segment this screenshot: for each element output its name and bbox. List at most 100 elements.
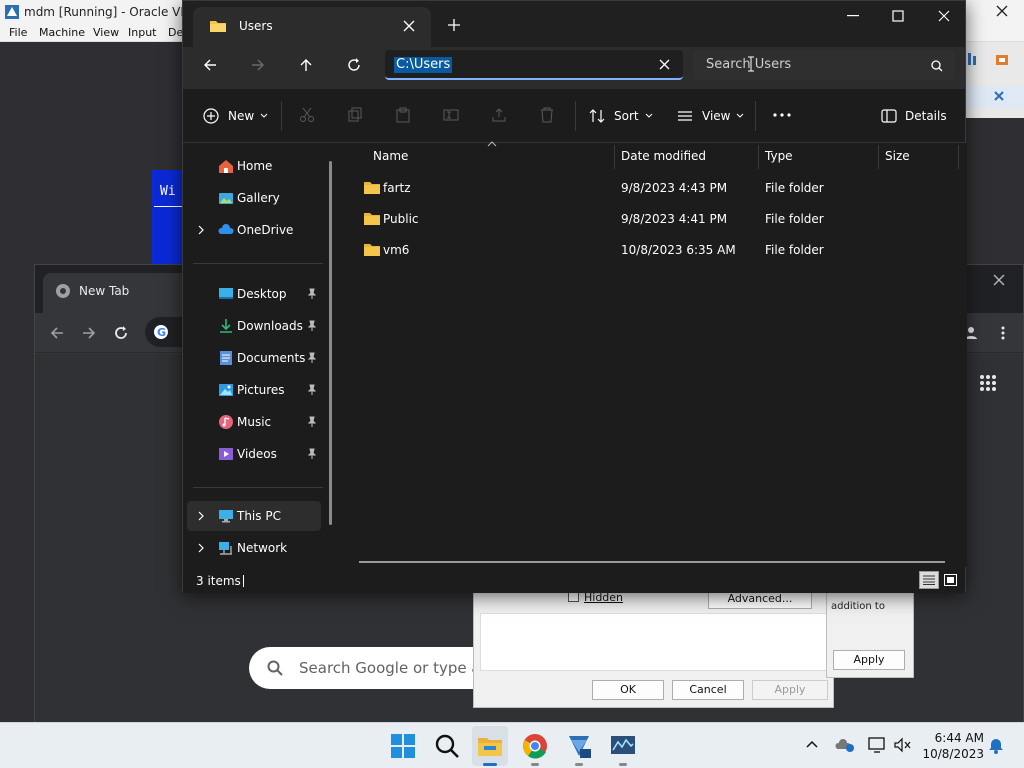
apply-button-secondary[interactable]: Apply xyxy=(833,650,905,670)
refresh-icon[interactable] xyxy=(347,58,361,72)
nav-item-pictures[interactable]: Pictures xyxy=(187,375,321,405)
chrome-tab-new-tab[interactable]: New Tab xyxy=(43,273,203,313)
vm-menu-input[interactable]: Input xyxy=(128,26,156,39)
clear-icon[interactable] xyxy=(659,59,670,70)
column-header-type[interactable]: Type xyxy=(765,149,793,163)
vm-menu-view[interactable]: View xyxy=(93,26,119,39)
up-icon[interactable] xyxy=(299,58,313,72)
dialog-panel xyxy=(480,613,828,671)
column-header-size[interactable]: Size xyxy=(885,149,910,163)
search-box[interactable]: Search Users xyxy=(693,50,955,80)
pin-icon[interactable] xyxy=(307,288,317,300)
explorer-tab-users[interactable]: Users xyxy=(193,7,431,47)
file-type: File folder xyxy=(765,212,824,226)
explorer-tab-title: Users xyxy=(239,19,273,33)
close-window-button[interactable] xyxy=(921,1,967,31)
column-divider[interactable] xyxy=(758,145,759,169)
apply-button[interactable]: Apply xyxy=(752,680,828,700)
column-divider[interactable] xyxy=(614,145,615,169)
resource-monitor-icon[interactable] xyxy=(609,732,637,760)
back-icon[interactable] xyxy=(203,58,217,72)
onedrive-status-icon[interactable] xyxy=(835,737,855,753)
vm-menu-devices[interactable]: De xyxy=(168,26,183,39)
system-clock[interactable]: 6:44 AM 10/8/2023 xyxy=(922,730,984,762)
search-icon[interactable] xyxy=(433,732,461,760)
tiles-view-button[interactable] xyxy=(941,571,961,589)
new-tab-icon[interactable] xyxy=(447,18,461,32)
rename-icon[interactable] xyxy=(443,107,459,123)
nav-item-this-pc[interactable]: This PC xyxy=(187,501,321,531)
chevron-right-icon[interactable] xyxy=(197,511,205,521)
column-header-date[interactable]: Date modified xyxy=(621,149,706,163)
chrome-close-icon[interactable] xyxy=(993,274,1005,286)
share-icon[interactable] xyxy=(491,107,507,123)
chevron-up-icon[interactable] xyxy=(806,740,818,748)
file-row[interactable]: Public 9/8/2023 4:41 PM File folder xyxy=(357,204,957,234)
nav-item-videos[interactable]: Videos xyxy=(187,439,321,469)
volume-muted-icon[interactable] xyxy=(893,737,911,753)
ok-button[interactable]: OK xyxy=(592,680,664,700)
cancel-button[interactable]: Cancel xyxy=(672,680,744,700)
horizontal-scrollbar[interactable] xyxy=(359,561,945,563)
nav-label: Documents xyxy=(237,351,306,365)
nav-item-desktop[interactable]: Desktop xyxy=(187,279,321,309)
copy-icon[interactable] xyxy=(347,107,363,123)
nav-item-network[interactable]: Network xyxy=(187,533,321,563)
address-bar[interactable]: C:\Users xyxy=(385,50,683,80)
reload-icon[interactable] xyxy=(113,325,129,341)
nav-item-gallery[interactable]: Gallery xyxy=(187,183,321,213)
more-icon[interactable] xyxy=(773,113,791,117)
vm-menu-machine[interactable]: Machine xyxy=(39,26,85,39)
delete-icon[interactable] xyxy=(539,107,555,123)
add-circle-icon xyxy=(203,108,219,124)
nav-scrollbar[interactable] xyxy=(329,161,332,525)
pin-icon[interactable] xyxy=(307,448,317,460)
chevron-right-icon[interactable] xyxy=(197,225,205,235)
column-divider[interactable] xyxy=(878,145,879,169)
more-vert-icon[interactable] xyxy=(995,325,1011,341)
nav-item-downloads[interactable]: Downloads xyxy=(187,311,321,341)
nav-item-music[interactable]: Music xyxy=(187,407,321,437)
column-header-name[interactable]: Name xyxy=(373,149,408,163)
nav-item-documents[interactable]: Documents xyxy=(187,343,321,373)
virtualbox-app-icon[interactable] xyxy=(565,732,593,760)
sort-button[interactable]: Sort xyxy=(589,103,653,129)
forward-icon[interactable] xyxy=(251,58,265,72)
chevron-right-icon[interactable] xyxy=(197,543,205,553)
details-view-button[interactable] xyxy=(919,571,939,589)
file-row[interactable]: vm6 10/8/2023 6:35 AM File folder xyxy=(357,235,957,265)
pin-icon[interactable] xyxy=(307,384,317,396)
virtualbox-icon xyxy=(5,5,19,19)
paste-icon[interactable] xyxy=(395,107,411,123)
minimize-button[interactable] xyxy=(829,1,875,31)
nav-item-home[interactable]: Home xyxy=(187,151,321,181)
start-windows-icon[interactable] xyxy=(389,732,417,760)
sort-indicator-icon xyxy=(487,141,497,147)
notification-bell-icon[interactable] xyxy=(988,737,1004,755)
chrome-icon[interactable] xyxy=(521,732,549,760)
vm-window-title: mdm [Running] - Oracle VM V xyxy=(24,5,203,19)
vm-close-icon[interactable] xyxy=(996,5,1008,17)
new-button[interactable]: New xyxy=(203,103,268,129)
pin-icon[interactable] xyxy=(307,320,317,332)
back-icon[interactable] xyxy=(49,325,65,341)
file-name: fartz xyxy=(383,181,411,195)
column-divider[interactable] xyxy=(958,145,959,169)
apps-grid-icon[interactable] xyxy=(979,374,997,392)
display-icon[interactable] xyxy=(868,737,886,753)
maximize-button[interactable] xyxy=(875,1,921,31)
pin-icon[interactable] xyxy=(307,416,317,428)
forward-icon[interactable] xyxy=(81,325,97,341)
close-icon[interactable] xyxy=(994,91,1004,101)
cut-icon[interactable] xyxy=(299,107,315,123)
vm-menu-file[interactable]: File xyxy=(9,26,27,39)
pin-icon[interactable] xyxy=(307,352,317,364)
close-tab-icon[interactable] xyxy=(403,20,415,32)
explorer-titlebar: Users xyxy=(183,1,965,47)
nav-item-onedrive[interactable]: OneDrive xyxy=(187,215,321,245)
view-button[interactable]: View xyxy=(677,103,744,129)
file-row[interactable]: fartz 9/8/2023 4:43 PM File folder xyxy=(357,173,957,203)
omnibox[interactable]: G xyxy=(145,317,185,347)
running-indicator xyxy=(619,763,627,766)
details-button[interactable]: Details xyxy=(881,103,947,129)
